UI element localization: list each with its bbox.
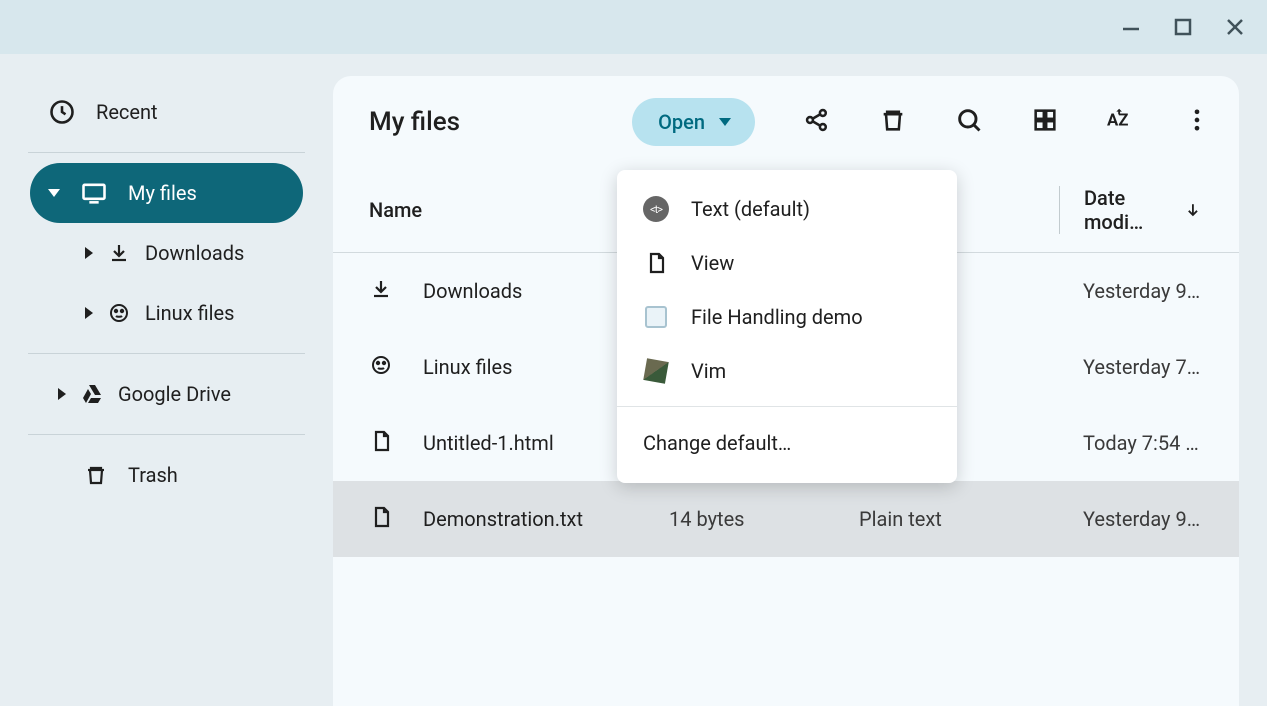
chevron-right-icon <box>58 388 66 400</box>
column-date[interactable]: Date modi… <box>1059 186 1203 234</box>
chevron-down-icon <box>719 118 731 126</box>
menu-item-icon <box>643 358 669 384</box>
menu-change-default[interactable]: Change default… <box>617 415 957 471</box>
share-icon[interactable] <box>803 106 831 138</box>
menu-item-label: Text (default) <box>691 197 810 221</box>
menu-item[interactable]: File Handling demo <box>617 290 957 344</box>
column-date-label: Date modi… <box>1084 186 1171 234</box>
divider <box>617 406 957 407</box>
sidebar-item-recent[interactable]: Recent <box>30 82 303 142</box>
sidebar-item-linux[interactable]: Linux files <box>30 283 303 343</box>
file-icon <box>369 429 393 458</box>
sidebar-item-gdrive[interactable]: Google Drive <box>30 364 303 424</box>
chevron-down-icon <box>48 189 60 197</box>
close-icon[interactable] <box>1223 15 1247 39</box>
sidebar-item-trash[interactable]: Trash <box>30 445 303 505</box>
sidebar-item-myfiles[interactable]: My files <box>30 163 303 223</box>
menu-item[interactable]: View <box>617 236 957 290</box>
maximize-icon[interactable] <box>1171 15 1195 39</box>
open-button[interactable]: Open <box>632 98 755 146</box>
minimize-icon[interactable] <box>1119 15 1143 39</box>
open-with-menu: <t> Text (default) View File Handling demo V… <box>617 170 957 483</box>
sidebar-item-label: Linux files <box>145 301 234 325</box>
sidebar-item-label: My files <box>128 181 197 205</box>
file-icon <box>369 505 393 534</box>
window-titlebar <box>0 0 1267 54</box>
file-icon <box>369 353 393 382</box>
toolbar: My files Open AZ <box>333 76 1239 168</box>
menu-item-icon <box>643 250 669 276</box>
file-size: 14 bytes <box>669 507 859 531</box>
file-name: Downloads <box>423 279 522 303</box>
sidebar-item-downloads[interactable]: Downloads <box>30 223 303 283</box>
file-name: Demonstration.txt <box>423 507 583 531</box>
sidebar-item-label: Trash <box>128 463 178 487</box>
sidebar-item-label: Downloads <box>145 241 244 265</box>
menu-item[interactable]: Vim <box>617 344 957 398</box>
divider <box>28 353 305 354</box>
more-icon[interactable] <box>1183 106 1211 138</box>
chevron-right-icon <box>85 307 93 319</box>
sidebar-item-label: Google Drive <box>118 382 231 406</box>
file-date: Yesterday 7:0… <box>1059 355 1203 379</box>
main-panel: My files Open AZ <box>333 76 1239 706</box>
file-type: Plain text <box>859 507 1059 531</box>
svg-text:AZ: AZ <box>1107 111 1128 131</box>
sort-az-icon[interactable]: AZ <box>1107 106 1135 138</box>
file-row[interactable]: Demonstration.txt 14 bytesPlain textYeste… <box>333 481 1239 557</box>
file-name: Linux files <box>423 355 512 379</box>
delete-icon[interactable] <box>879 106 907 138</box>
page-title: My files <box>369 107 460 137</box>
file-icon <box>369 277 393 306</box>
search-icon[interactable] <box>955 106 983 138</box>
view-grid-icon[interactable] <box>1031 106 1059 138</box>
menu-item-icon: <t> <box>643 196 669 222</box>
file-name: Untitled-1.html <box>423 431 554 455</box>
divider <box>28 152 305 153</box>
menu-item-icon <box>643 304 669 330</box>
menu-item-label: View <box>691 251 734 275</box>
open-button-label: Open <box>658 110 705 134</box>
file-date: Yesterday 9:2… <box>1059 279 1203 303</box>
menu-item-label: File Handling demo <box>691 305 863 329</box>
file-date: Yesterday 9:1… <box>1059 507 1203 531</box>
arrow-down-icon <box>1183 198 1203 222</box>
sidebar-item-label: Recent <box>96 100 158 124</box>
menu-item-label: Vim <box>691 359 726 383</box>
file-date: Today 7:54 AM <box>1059 431 1203 455</box>
menu-item[interactable]: <t> Text (default) <box>617 182 957 236</box>
divider <box>28 434 305 435</box>
sidebar: Recent My files Downloads Linux files <box>0 54 333 706</box>
chevron-right-icon <box>85 247 93 259</box>
